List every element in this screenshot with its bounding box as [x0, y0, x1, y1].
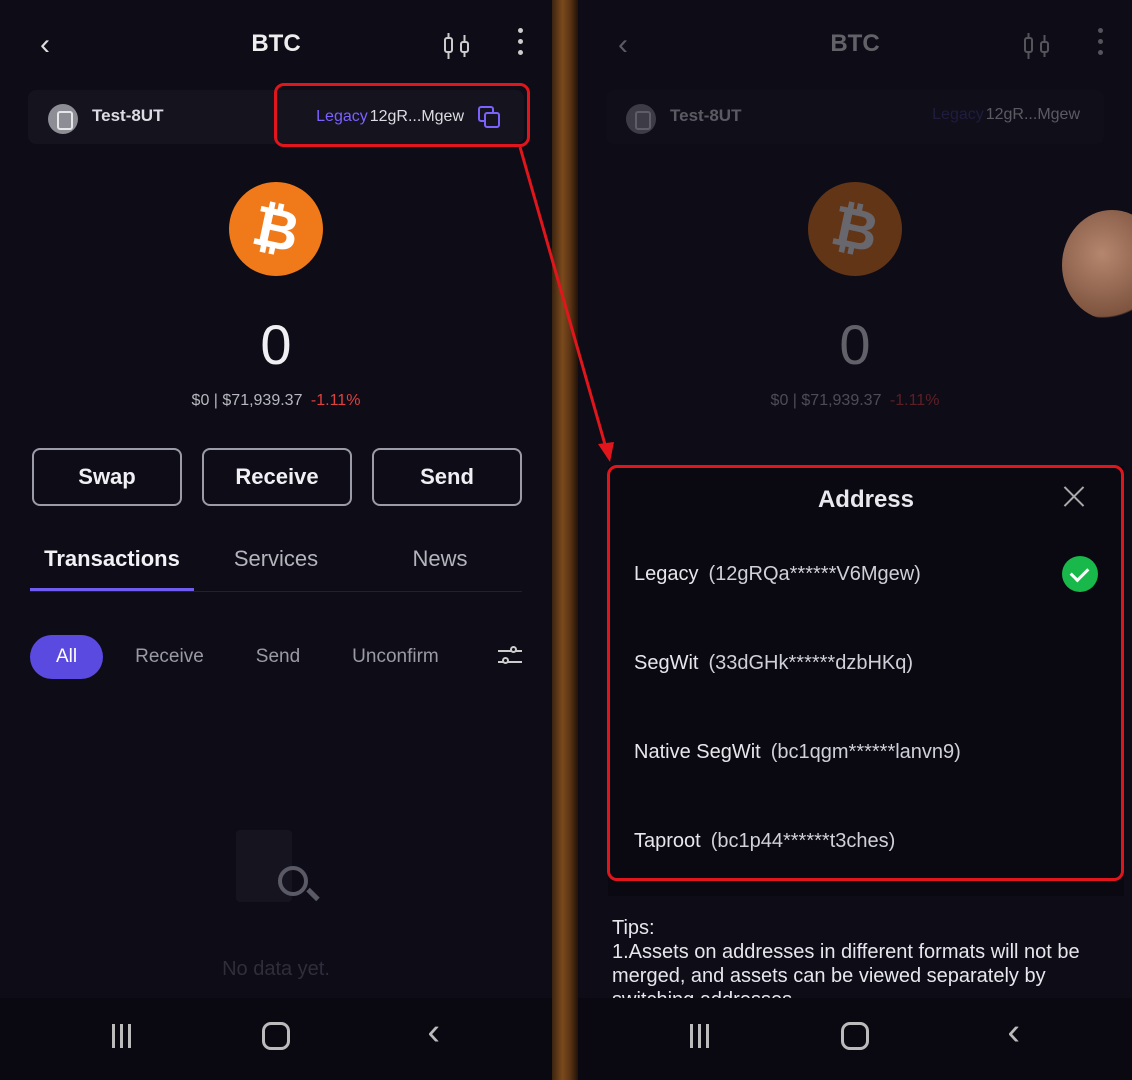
receive-button[interactable]: Receive: [202, 448, 352, 506]
finger-overlay: [1062, 210, 1132, 320]
fiat-value: $0 | $71,939.37 -1.11%: [578, 392, 1132, 410]
filter-unconfirm[interactable]: Unconfirm: [352, 646, 439, 668]
candlestick-icon[interactable]: [442, 32, 472, 60]
tips-line-1: 1.Assets on addresses in different forma…: [612, 941, 1080, 998]
balance-amount: 0: [260, 313, 292, 376]
device-edge: [552, 0, 578, 1080]
filter-bar: All Receive Send Unconfirm: [30, 634, 524, 680]
address-short: 12gR...Mgew: [985, 106, 1080, 123]
filter-receive[interactable]: Receive: [135, 646, 204, 668]
fiat-price: $0 | $71,939.37: [770, 392, 882, 409]
app-header: ‹ BTC: [0, 18, 552, 72]
price-change: -1.11%: [889, 392, 940, 409]
empty-search-icon: [236, 830, 320, 910]
tab-news[interactable]: News: [358, 540, 522, 591]
swap-button[interactable]: Swap: [32, 448, 182, 506]
empty-state-text: No data yet.: [222, 958, 330, 980]
address-type: Legacy: [932, 106, 984, 123]
fiat-price: $0 | $71,939.37: [191, 392, 303, 409]
wallet-name: Test-8UT: [92, 106, 164, 125]
recents-icon[interactable]: [112, 1024, 138, 1048]
recents-icon[interactable]: [690, 1024, 716, 1048]
action-buttons: Swap Receive Send: [32, 448, 522, 506]
bitcoin-icon: ₿: [229, 182, 323, 276]
system-nav-bar: ‹: [0, 998, 552, 1080]
wallet-row: Test-8UT Legacy 12gR...Mgew: [606, 90, 1104, 144]
filter-send[interactable]: Send: [256, 646, 300, 668]
price-change: -1.11%: [310, 392, 361, 409]
tab-services[interactable]: Services: [194, 540, 358, 591]
wallet-avatar: [626, 104, 656, 134]
balance-amount: 0: [839, 313, 871, 376]
system-nav-bar: ‹: [578, 998, 1132, 1080]
filter-all[interactable]: All: [30, 635, 104, 679]
nav-back-icon[interactable]: ‹: [427, 1012, 440, 1052]
app-header: ‹ BTC: [578, 18, 1132, 72]
left-phone-screen: ‹ BTC Test-8UT Legacy 12gR...Mgew ₿ 0 $0 …: [0, 0, 552, 1080]
filter-sliders-icon[interactable]: [498, 646, 522, 668]
address-selector[interactable]: Legacy 12gR...Mgew: [932, 106, 1080, 124]
home-icon[interactable]: [841, 1022, 869, 1050]
bitcoin-icon: ₿: [808, 182, 902, 276]
send-button[interactable]: Send: [372, 448, 522, 506]
fiat-value: $0 | $71,939.37 -1.11%: [0, 392, 552, 410]
highlight-address-chip: [274, 83, 530, 147]
wallet-avatar: [48, 104, 78, 134]
tips-text: Tips: 1.Assets on addresses in different…: [612, 916, 1112, 998]
more-vertical-icon[interactable]: [1096, 28, 1104, 60]
home-icon[interactable]: [262, 1022, 290, 1050]
highlight-address-sheet: [607, 465, 1124, 881]
tab-transactions[interactable]: Transactions: [30, 540, 194, 591]
candlestick-icon[interactable]: [1022, 32, 1052, 60]
tab-bar: Transactions Services News: [30, 540, 522, 592]
wallet-name: Test-8UT: [670, 106, 742, 125]
more-vertical-icon[interactable]: [516, 28, 524, 60]
tips-heading: Tips:: [612, 917, 655, 939]
nav-back-icon[interactable]: ‹: [1007, 1012, 1020, 1052]
